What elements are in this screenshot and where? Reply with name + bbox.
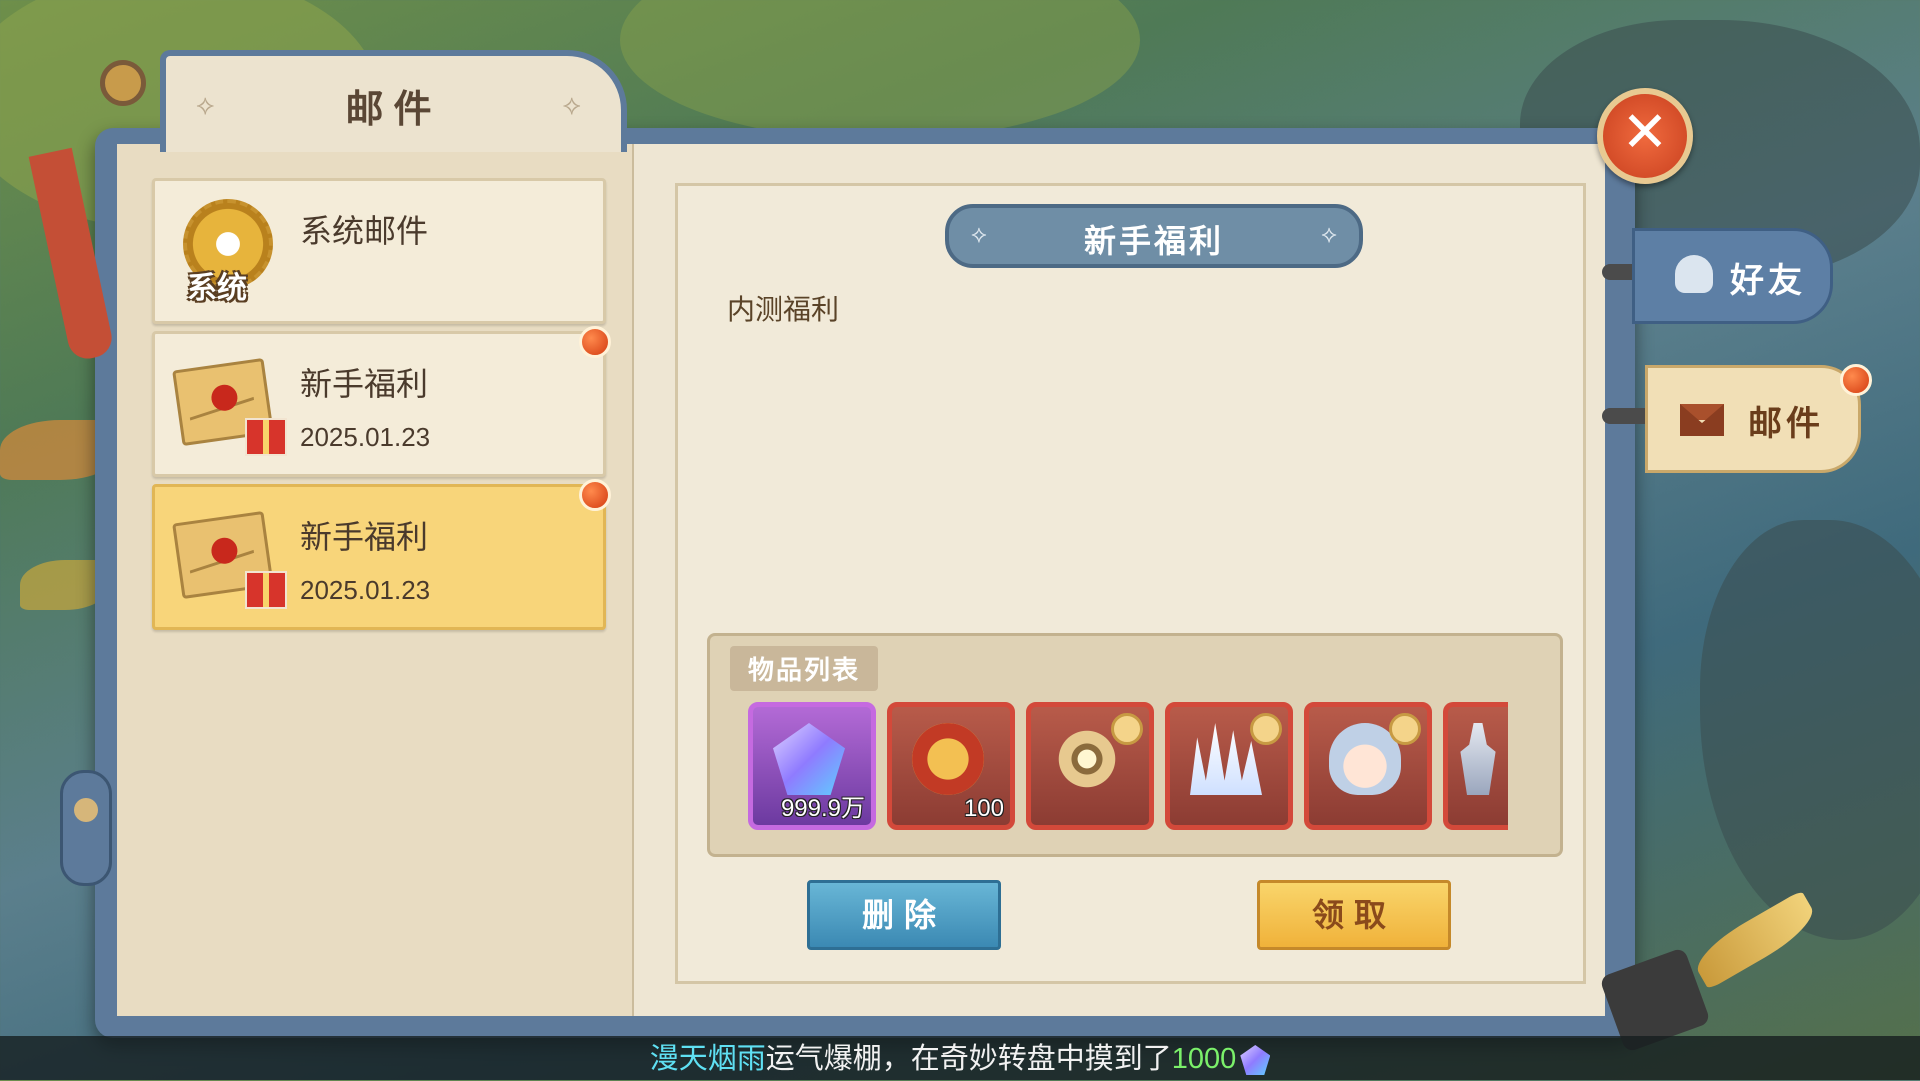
quill-feather-icon xyxy=(1688,890,1822,990)
person-icon xyxy=(1675,255,1713,293)
reward-item-slot[interactable]: 100 xyxy=(887,702,1015,830)
mail-item-title: 新手福利 xyxy=(300,518,429,556)
notification-dot-icon xyxy=(1840,364,1872,396)
items-list-label: 物品列表 xyxy=(730,646,879,691)
title-ornament-right-icon: ⟡ xyxy=(562,88,581,121)
wax-seal-icon xyxy=(209,536,240,566)
mail-detail-title: 新手福利 xyxy=(1083,222,1224,260)
delete-button[interactable]: 删除 xyxy=(807,880,1001,950)
character-figure-icon xyxy=(1460,723,1496,795)
gift-icon xyxy=(245,418,287,456)
reward-item-slot-partial[interactable] xyxy=(1443,702,1508,830)
diamond-gem-icon xyxy=(1240,1045,1271,1075)
announcement-ticker: 漫天烟雨运气爆棚，在奇妙转盘中摸到了1000 xyxy=(0,1036,1920,1080)
mail-list-item[interactable]: 系统 系统邮件 xyxy=(152,178,606,324)
reward-items-box: 物品列表 999.9万 100 xyxy=(707,633,1563,857)
item-count: 999.9万 xyxy=(780,795,865,822)
tab-friends[interactable]: 好友 xyxy=(1632,228,1833,324)
background-rock xyxy=(1700,520,1920,940)
book-clasp xyxy=(60,770,112,886)
ticker-amount: 1000 xyxy=(1171,1043,1237,1075)
tab-friends-label: 好友 xyxy=(1730,261,1806,301)
mail-list-item-selected[interactable]: 新手福利 2025.01.23 xyxy=(152,479,611,630)
close-icon: ✕ xyxy=(1621,100,1669,165)
envelope-icon xyxy=(1680,404,1724,436)
window-title-tab: ⟡ 邮件 ⟡ xyxy=(160,50,627,152)
mail-item-date: 2025.01.23 xyxy=(300,575,431,605)
tab-mail-label: 邮件 xyxy=(1748,404,1824,444)
ticker-player-name: 漫天烟雨 xyxy=(649,1041,766,1075)
item-count: 100 xyxy=(963,795,1004,822)
reward-item-slot[interactable] xyxy=(1165,702,1293,830)
reward-item-slot[interactable] xyxy=(1026,702,1154,830)
reward-item-slot[interactable]: 999.9万 xyxy=(748,702,876,830)
mail-list-item[interactable]: 新手福利 2025.01.23 xyxy=(152,326,611,477)
unread-dot-icon xyxy=(579,479,611,511)
mail-item-date: 2025.01.23 xyxy=(300,422,431,452)
preview-eye-icon[interactable] xyxy=(1250,713,1282,745)
preview-eye-icon[interactable] xyxy=(1389,713,1421,745)
diamond-gem-icon xyxy=(773,723,845,795)
mail-item-title: 新手福利 xyxy=(300,365,429,403)
tab-mail[interactable]: 邮件 xyxy=(1645,364,1872,473)
claim-button[interactable]: 领取 xyxy=(1257,880,1451,950)
wax-seal-icon xyxy=(209,383,240,413)
mail-item-title: 系统邮件 xyxy=(300,212,429,250)
mail-body-text: 内测福利 xyxy=(727,293,840,326)
gift-icon xyxy=(245,571,287,609)
system-badge-label: 系统 xyxy=(187,271,247,306)
reward-item-slot[interactable] xyxy=(1304,702,1432,830)
preview-eye-icon[interactable] xyxy=(1111,713,1143,745)
ticker-message: 运气爆棚，在奇妙转盘中摸到了 xyxy=(765,1041,1172,1075)
red-coin-icon xyxy=(912,723,984,795)
title-ribbon-knot xyxy=(100,60,146,106)
unread-dot-icon xyxy=(579,326,611,358)
banner-ornament-right-icon: ⟡ xyxy=(1321,220,1337,248)
background-foliage xyxy=(620,0,1140,140)
close-button[interactable]: ✕ xyxy=(1597,88,1693,184)
window-title: 邮件 xyxy=(345,87,442,131)
mail-title-banner: ⟡ 新手福利 ⟡ xyxy=(945,204,1363,268)
